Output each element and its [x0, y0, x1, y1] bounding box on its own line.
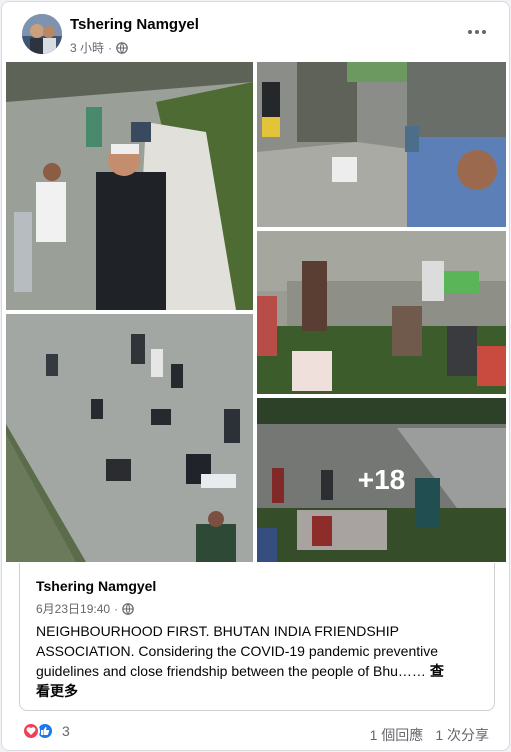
- post-photo-4[interactable]: [257, 231, 506, 394]
- river-cleanup-photo: [6, 314, 253, 562]
- shared-post-timestamp[interactable]: 6月23日19:40: [36, 600, 110, 617]
- avatar-image: [22, 14, 62, 54]
- post-header: Tshering Namgyel 3 小時 ·: [2, 2, 509, 62]
- post-author-name[interactable]: Tshering Namgyel: [70, 16, 199, 33]
- post-photo-1[interactable]: [6, 62, 253, 310]
- post-photo-3[interactable]: [257, 62, 506, 227]
- engagement-stats: 1 個回應 1 次分享: [370, 725, 489, 745]
- globe-icon: [116, 41, 128, 54]
- see-more-link-continued[interactable]: 看更多: [36, 681, 78, 701]
- post-photo-5[interactable]: +18: [257, 398, 506, 562]
- post-timestamp[interactable]: 3 小時: [70, 39, 104, 56]
- comments-count-link[interactable]: 1 個回應: [370, 725, 424, 745]
- love-reaction-icon: [22, 722, 40, 740]
- globe-icon: [122, 602, 134, 615]
- shares-count-link[interactable]: 1 次分享: [435, 725, 489, 745]
- river-cleanup-photo: [257, 231, 506, 394]
- post-photo-2[interactable]: [6, 314, 253, 562]
- see-more-link[interactable]: 查: [430, 663, 444, 679]
- more-options-icon[interactable]: [463, 20, 491, 44]
- avatar[interactable]: [22, 14, 62, 54]
- shared-post[interactable]: Tshering Namgyel 6月23日19:40 · NEIGHBOURH…: [19, 563, 495, 711]
- river-cleanup-photo: [6, 62, 253, 310]
- reaction-count: 3: [62, 723, 70, 739]
- reaction-summary[interactable]: 3: [22, 722, 70, 740]
- more-photos-count: +18: [357, 464, 406, 495]
- post-card: Tshering Namgyel 3 小時 · +18 Tshering Nam…: [1, 1, 510, 751]
- shared-post-text: NEIGHBOURHOOD FIRST. BHUTAN INDIA FRIEND…: [36, 621, 482, 681]
- shared-post-author[interactable]: Tshering Namgyel: [36, 578, 156, 594]
- more-photos-overlay[interactable]: +18: [257, 398, 506, 562]
- river-cleanup-photo: [257, 62, 506, 227]
- post-meta: 3 小時 ·: [70, 39, 128, 56]
- shared-post-body: NEIGHBOURHOOD FIRST. BHUTAN INDIA FRIEND…: [36, 623, 439, 679]
- shared-post-meta: 6月23日19:40 ·: [36, 600, 134, 617]
- post-footer: 3 1 個回應 1 次分享: [2, 718, 509, 750]
